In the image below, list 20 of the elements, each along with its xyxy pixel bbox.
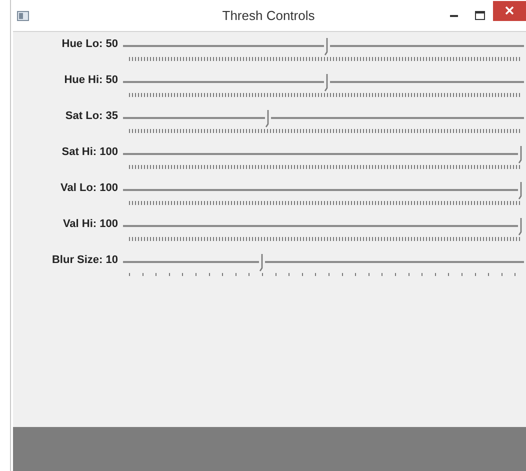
maximize-icon [475, 11, 485, 20]
slider-thumb[interactable] [259, 254, 266, 272]
slider-thumb[interactable] [518, 146, 524, 164]
slider-thumb[interactable] [265, 110, 272, 128]
slider-label: Val Hi: 100 [62, 217, 118, 232]
slider-label: Sat Lo: 35 [64, 109, 118, 124]
slider-thumb[interactable] [324, 38, 330, 56]
slider-thumb[interactable] [518, 182, 524, 200]
minimize-icon [450, 14, 458, 17]
slider-label: Blur Size: 10 [50, 253, 118, 268]
close-icon [505, 6, 514, 15]
window-title: Thresh Controls [222, 8, 315, 23]
slider-label: Val Lo: 100 [60, 181, 118, 196]
slider-thumb[interactable] [324, 74, 330, 92]
slider-label: Hue Hi: 50 [63, 73, 118, 88]
slider-label: Hue Lo: 50 [60, 37, 118, 52]
slider-label: Sat Hi: 100 [60, 145, 118, 160]
close-button[interactable] [493, 0, 526, 20]
app-icon [17, 10, 29, 20]
slider-thumb[interactable] [518, 218, 524, 236]
